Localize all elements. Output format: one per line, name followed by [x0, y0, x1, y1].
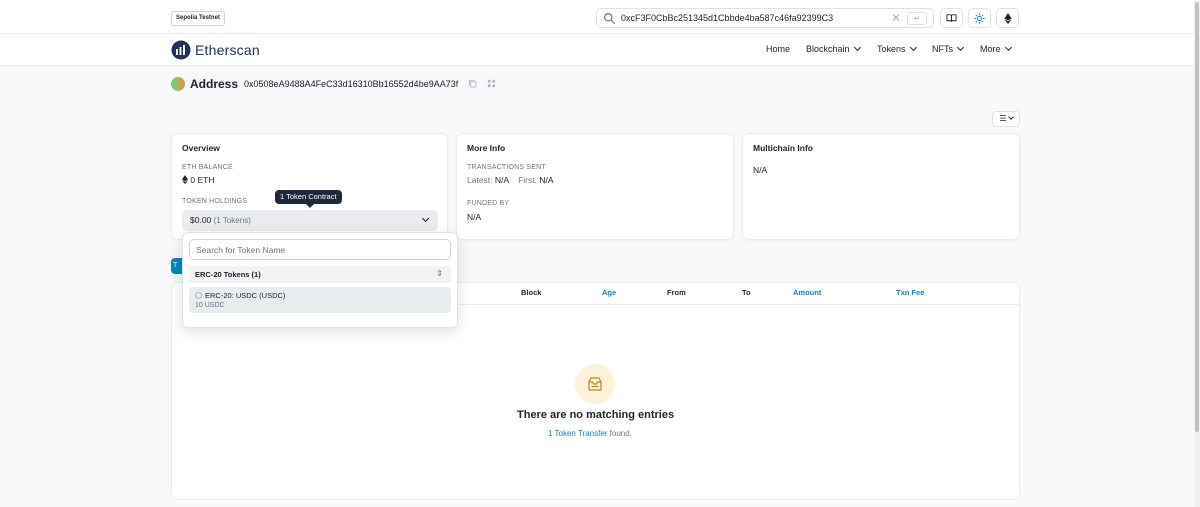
nav-more[interactable]: More [980, 43, 1012, 54]
network-badge[interactable]: Sepolia Testnet [171, 11, 225, 26]
inbox-icon [588, 377, 602, 391]
funded-by-label: FUNDED BY [467, 200, 510, 207]
more-info-card: More Info TRANSACTIONS SENT Latest: N/A … [456, 133, 734, 240]
column-header-txn-fee[interactable]: Txn Fee [896, 288, 924, 297]
token-holdings-count: (1 Tokens) [213, 216, 251, 225]
column-header-amount[interactable]: Amount [793, 288, 821, 297]
empty-state-icon [575, 364, 615, 404]
search-icon [604, 13, 615, 24]
funded-by-value: N/A [467, 212, 482, 222]
address-avatar [171, 77, 185, 91]
address-hash: 0x0508eA9488A4FeC33d16310Bb16552d4be9AA7… [244, 79, 459, 89]
multichain-info-value: N/A [753, 165, 768, 175]
address-label: Address [190, 77, 239, 91]
token-contract-tooltip: 1 Token Contract [275, 190, 342, 208]
scrollbar-thumb[interactable] [1195, 2, 1199, 432]
overview-card: Overview ETH BALANCE 0 ETH TOKEN HOLDING… [171, 133, 448, 240]
eth-balance-text: 0 ETH [190, 175, 215, 185]
empty-state-subtitle: 1 Token Transfer found. [548, 429, 632, 438]
token-item-name: ERC-20: USDC (USDC) [195, 291, 285, 300]
network-switch-button[interactable] [996, 8, 1019, 28]
table-header-divider [458, 304, 1019, 305]
nav-blockchain-label: Blockchain [806, 44, 850, 54]
token-holdings-menu: ERC-20 Tokens (1) ⇕ ERC-20: USDC (USDC) … [182, 232, 458, 328]
token-holdings-value: $0.00 (1 Tokens) [190, 215, 251, 225]
token-list-item[interactable]: ERC-20: USDC (USDC) 10 USDC [189, 287, 451, 313]
sun-icon [974, 12, 985, 24]
theme-toggle-button[interactable] [968, 8, 991, 28]
page-scrollbar[interactable] [1194, 0, 1200, 507]
nav-tokens-label: Tokens [877, 44, 906, 54]
ethereum-icon [182, 175, 188, 184]
erc20-group-header[interactable]: ERC-20 Tokens (1) ⇕ [189, 266, 451, 283]
token-item-name-text: ERC-20: USDC (USDC) [205, 291, 286, 300]
copy-icon[interactable] [468, 79, 477, 90]
empty-state-suffix: found. [607, 429, 632, 438]
etherscan-logo-icon [171, 40, 191, 60]
token-holdings-dropdown[interactable]: $0.00 (1 Tokens) [182, 210, 438, 231]
nav-nfts[interactable]: NFTs [932, 43, 965, 54]
eth-balance-value: 0 ETH [182, 175, 214, 185]
view-options-button[interactable]: ☰ [992, 111, 1020, 127]
first-label: First: [518, 175, 537, 185]
transactions-sent-value: Latest: N/A First: N/A [467, 175, 554, 185]
erc20-group-label: ERC-20 Tokens (1) [195, 270, 261, 279]
nav-tokens[interactable]: Tokens [877, 43, 917, 54]
list-icon: ☰ [999, 114, 1007, 123]
chevron-down-icon [421, 214, 430, 223]
chevron-down-icon [1004, 43, 1012, 52]
transactions-sent-label: TRANSACTIONS SENT [467, 164, 546, 171]
column-header-age[interactable]: Age [602, 288, 616, 297]
token-transfer-link[interactable]: 1 Token Transfer [548, 429, 607, 438]
chevron-down-icon [1007, 114, 1014, 120]
token-search-input[interactable] [191, 241, 449, 258]
token-item-amount: 10 USDC [195, 302, 225, 309]
nav-nfts-label: NFTs [932, 44, 953, 54]
token-search-field[interactable] [189, 239, 451, 260]
chevron-down-icon [909, 43, 917, 52]
qr-code-icon[interactable] [487, 79, 496, 90]
clear-search-icon[interactable]: ✕ [891, 11, 901, 25]
empty-state-title: There are no matching entries [517, 409, 675, 421]
column-header-to: To [742, 288, 751, 297]
latest-label: Latest: [467, 175, 493, 185]
multichain-info-title: Multichain Info [753, 143, 813, 153]
sort-icon[interactable]: ⇕ [436, 269, 443, 278]
multichain-info-card: Multichain Info N/A [742, 133, 1020, 240]
nav-home[interactable]: Home [766, 44, 790, 54]
column-header-block: Block [521, 288, 542, 297]
logo-text: Etherscan [195, 42, 260, 58]
eth-balance-label: ETH BALANCE [182, 164, 233, 171]
address-header: Address 0x0508eA9488A4FeC33d16310Bb16552… [171, 77, 496, 91]
column-header-from: From [667, 288, 686, 297]
overview-title: Overview [182, 143, 220, 153]
first-value: N/A [539, 175, 554, 185]
chevron-down-icon [853, 43, 861, 52]
latest-value: N/A [494, 175, 509, 185]
token-holdings-label: TOKEN HOLDINGS [182, 198, 248, 205]
token-logo-icon [195, 292, 202, 299]
nav-more-label: More [980, 44, 1001, 54]
search-input[interactable]: 0xcF3F0CbBc251345d1Cbbde4ba587c46fa92399… [621, 13, 833, 23]
ethereum-icon [1003, 12, 1012, 24]
token-holdings-amount: $0.00 [190, 215, 212, 225]
book-button[interactable] [940, 8, 963, 28]
enter-key-icon[interactable]: ↵ [907, 12, 927, 25]
top-bar: Sepolia Testnet 0xcF3F0CbBc251345d1Cbbde… [0, 0, 1194, 34]
book-icon [946, 14, 957, 22]
nav-blockchain[interactable]: Blockchain [806, 43, 861, 54]
search-bar[interactable]: 0xcF3F0CbBc251345d1Cbbde4ba587c46fa92399… [596, 8, 934, 28]
more-info-title: More Info [467, 143, 506, 153]
etherscan-logo[interactable]: Etherscan [171, 40, 260, 60]
chevron-down-icon [956, 43, 965, 52]
